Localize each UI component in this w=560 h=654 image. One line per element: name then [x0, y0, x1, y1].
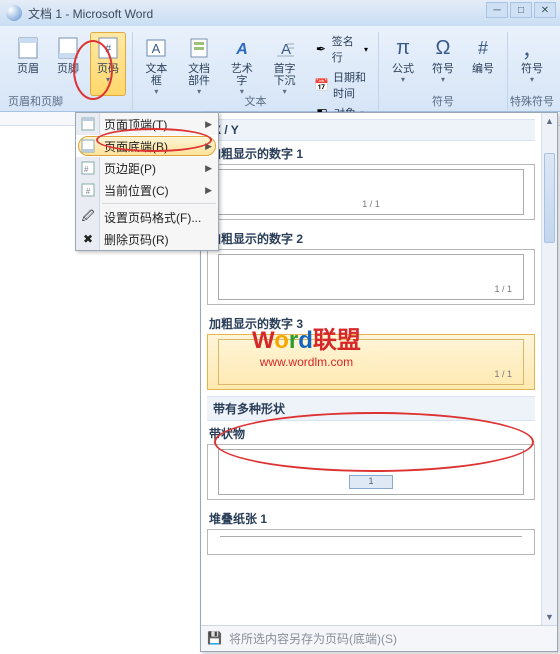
- quickparts-button[interactable]: 文档部件▾: [178, 32, 221, 122]
- maximize-button[interactable]: □: [510, 2, 532, 18]
- minimize-button[interactable]: ─: [486, 2, 508, 18]
- title-bar: 文档 1 - Microsoft Word ─ □ ✕: [0, 0, 560, 26]
- menu-item-page-margin[interactable]: # 页边距(P)▶: [76, 157, 218, 179]
- gallery-item-label: 带状物: [207, 421, 535, 444]
- menu-item-page-top[interactable]: 页面顶端(T)▶: [76, 113, 218, 135]
- close-button[interactable]: ✕: [534, 2, 556, 18]
- page-number-gallery: ▲ ▼ X / Y 加粗显示的数字 1 1 / 1 加粗显示的数字 2 1 / …: [200, 112, 558, 652]
- group-label: 特殊符号: [510, 93, 554, 109]
- vertical-scrollbar[interactable]: ▲ ▼: [541, 113, 557, 625]
- scroll-down-icon[interactable]: ▼: [542, 609, 557, 625]
- footer-icon: [55, 35, 81, 61]
- group-special-symbols: ， 符号▾ 特殊符号: [508, 32, 556, 110]
- scroll-up-icon[interactable]: ▲: [542, 113, 557, 129]
- gallery-item-bold3[interactable]: 1 / 1: [207, 334, 535, 390]
- group-label: 文本: [245, 93, 267, 109]
- special-symbol-button[interactable]: ， 符号▾: [514, 32, 550, 96]
- signature-line-button[interactable]: ✒签名行▾: [310, 32, 372, 66]
- gallery-scroll-area[interactable]: ▲ ▼ X / Y 加粗显示的数字 1 1 / 1 加粗显示的数字 2 1 / …: [201, 113, 557, 625]
- gallery-item-stack1[interactable]: [207, 529, 535, 555]
- gallery-footer-label: 将所选内容另存为页码(底端)(S): [229, 630, 397, 647]
- dropcap-button[interactable]: A 首字下沉▾: [263, 32, 306, 122]
- page-top-icon: [80, 116, 96, 132]
- svg-text:#: #: [86, 187, 91, 196]
- equation-button[interactable]: π 公式▾: [385, 32, 421, 96]
- gallery-item-bold2[interactable]: 1 / 1: [207, 249, 535, 305]
- textbox-icon: A: [143, 35, 169, 61]
- textbox-button[interactable]: A 文本框▾: [139, 32, 174, 122]
- datetime-button[interactable]: 📅日期和时间: [310, 68, 372, 102]
- gallery-item-ribbon[interactable]: [207, 444, 535, 500]
- remove-icon: ✖: [80, 231, 96, 247]
- ribbon: 页眉 页脚 # 页码 ▾ 页眉和页脚 A 文本框▾ 文档部件▾: [0, 26, 560, 112]
- gallery-item-label: 加粗显示的数字 3: [207, 311, 535, 334]
- header-button[interactable]: 页眉: [10, 32, 46, 96]
- gallery-item-label: 堆叠纸张 1: [207, 506, 535, 529]
- group-symbols: π 公式▾ Ω 符号▾ # 编号 符号: [379, 32, 508, 110]
- header-icon: [15, 35, 41, 61]
- symbol-button[interactable]: Ω 符号▾: [425, 32, 461, 96]
- window-title: 文档 1 - Microsoft Word: [28, 5, 153, 22]
- gallery-item-bold1[interactable]: 1 / 1: [207, 164, 535, 220]
- footer-button[interactable]: 页脚: [50, 32, 86, 96]
- wordart-icon: A: [229, 35, 255, 61]
- save-icon: 💾: [207, 631, 223, 647]
- page-margin-icon: #: [80, 160, 96, 176]
- svg-text:A: A: [152, 41, 161, 56]
- svg-text:A: A: [235, 41, 248, 58]
- gallery-category: 带有多种形状: [207, 396, 535, 421]
- scrollbar-thumb[interactable]: [544, 153, 555, 243]
- dropcap-icon: A: [272, 35, 298, 61]
- calendar-icon: 📅: [314, 77, 329, 93]
- gallery-save-selection: 💾 将所选内容另存为页码(底端)(S): [201, 625, 557, 651]
- current-pos-icon: #: [80, 182, 96, 198]
- page-number-button[interactable]: # 页码 ▾: [90, 32, 126, 96]
- group-label: 页眉和页脚: [8, 93, 63, 109]
- quickparts-icon: [186, 35, 212, 61]
- number-icon: #: [470, 35, 496, 61]
- group-text: A 文本框▾ 文档部件▾ A 艺术字▾ A 首字下沉▾ ✒签名行▾ 📅日期和时间…: [133, 32, 379, 110]
- page-number-dropdown: 页面顶端(T)▶ 页面底端(B)▶ # 页边距(P)▶ # 当前位置(C)▶ 🖉…: [75, 112, 219, 251]
- page-bottom-icon: [80, 138, 96, 154]
- menu-item-format-page-number[interactable]: 🖉 设置页码格式(F)...: [76, 206, 218, 228]
- ribbon-shape-icon: [341, 473, 401, 491]
- gallery-item-label: 加粗显示的数字 1: [207, 141, 535, 164]
- omega-icon: Ω: [430, 35, 456, 61]
- svg-text:#: #: [105, 43, 112, 55]
- gallery-item-label: 加粗显示的数字 2: [207, 226, 535, 249]
- group-label: 符号: [432, 93, 454, 109]
- group-header-footer: 页眉 页脚 # 页码 ▾ 页眉和页脚: [4, 32, 133, 110]
- pi-icon: π: [390, 35, 416, 61]
- office-button-icon[interactable]: [6, 5, 22, 21]
- menu-item-current-position[interactable]: # 当前位置(C)▶: [76, 179, 218, 201]
- menu-item-remove-page-number[interactable]: ✖ 删除页码(R): [76, 228, 218, 250]
- svg-text:#: #: [84, 165, 89, 174]
- signature-icon: ✒: [314, 41, 328, 57]
- menu-item-page-bottom[interactable]: 页面底端(B)▶: [76, 135, 218, 157]
- number-button[interactable]: # 编号: [465, 32, 501, 96]
- format-icon: 🖉: [80, 209, 96, 225]
- page-number-icon: #: [95, 35, 121, 61]
- gallery-category: X / Y: [207, 119, 535, 141]
- comma-icon: ，: [519, 35, 545, 61]
- dropdown-arrow-icon: ▾: [106, 75, 110, 84]
